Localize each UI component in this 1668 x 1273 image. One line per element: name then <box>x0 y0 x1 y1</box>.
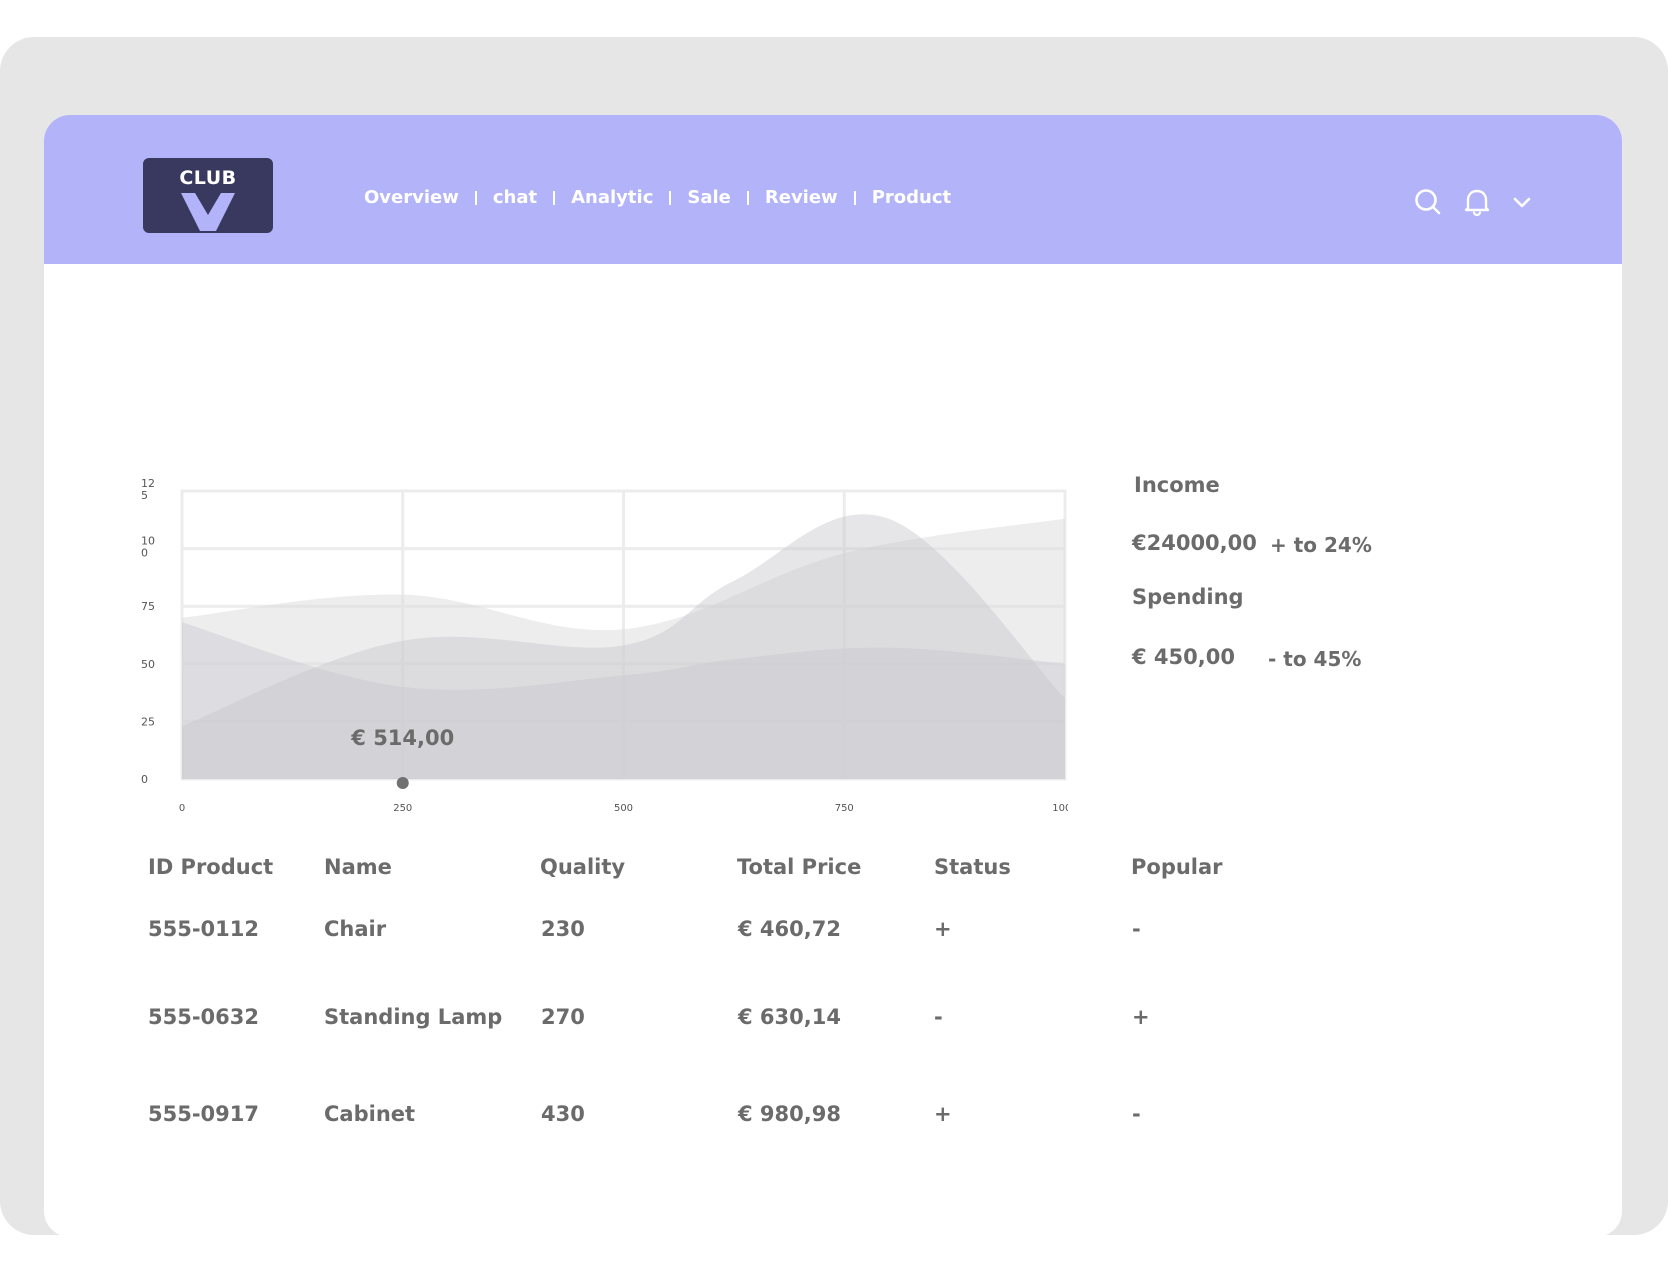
app-screen: CLUB Overview chat Analytic Sale Review … <box>44 115 1622 1237</box>
nav-analytic[interactable]: Analytic <box>571 187 653 208</box>
chart-y-tick-label-line: 50 <box>141 658 155 671</box>
spending-label: Spending <box>1132 585 1244 609</box>
bell-icon[interactable] <box>1464 188 1490 216</box>
chart-y-tick-label-line: 0 <box>141 773 148 786</box>
cell-quality: 430 <box>541 1102 585 1126</box>
nav-sale[interactable]: Sale <box>687 187 731 208</box>
cell-status: - <box>934 1005 943 1029</box>
income-change: + to 24% <box>1270 533 1372 557</box>
chart-x-tick-label: 0 <box>179 803 185 814</box>
chart-y-tick-label-line: 25 <box>141 715 155 728</box>
income-value: €24000,00 <box>1132 531 1257 555</box>
chart-annotation-label: € 514,00 <box>350 726 454 750</box>
cell-name: Chair <box>324 917 387 941</box>
header-quality: Quality <box>540 855 626 879</box>
nav-separator <box>853 190 856 205</box>
nav-overview[interactable]: Overview <box>364 187 459 208</box>
chart-y-tick-label: 0 <box>141 773 148 786</box>
cell-name: Cabinet <box>324 1102 416 1126</box>
nav-separator <box>669 190 672 205</box>
header-total-price: Total Price <box>737 855 862 879</box>
cell-status: + <box>934 1102 952 1126</box>
header-name: Name <box>324 855 392 879</box>
table-row[interactable]: 555-0917 Cabinet 430 € 980,98 + - <box>148 1102 1348 1142</box>
chevron-down-icon[interactable] <box>1512 195 1532 209</box>
chart-y-tick-label-line: 75 <box>141 600 155 613</box>
cell-id: 555-0112 <box>148 917 259 941</box>
analytics-chart: 025507510012502505007501000 € 514,00 <box>88 405 1078 825</box>
spending-value: € 450,00 <box>1132 645 1235 669</box>
chart-annotation-marker <box>396 777 409 789</box>
nav-review[interactable]: Review <box>765 187 838 208</box>
header-id-product: ID Product <box>148 855 274 879</box>
cell-name: Standing Lamp <box>324 1005 503 1029</box>
chart-x-tick-label: 250 <box>393 803 412 814</box>
main-nav: Overview chat Analytic Sale Review Produ… <box>364 187 951 208</box>
top-navigation-bar: CLUB Overview chat Analytic Sale Review … <box>44 115 1622 264</box>
cell-popular: + <box>1132 1005 1150 1029</box>
cell-total-price: € 460,72 <box>738 917 841 941</box>
logo-text: CLUB <box>179 167 237 189</box>
cell-quality: 270 <box>541 1005 585 1029</box>
nav-separator <box>474 190 477 205</box>
device-frame: CLUB Overview chat Analytic Sale Review … <box>0 37 1668 1237</box>
header-actions <box>1414 188 1532 216</box>
income-label: Income <box>1134 473 1220 497</box>
header-popular: Popular <box>1131 855 1223 879</box>
header-status: Status <box>934 855 1011 879</box>
chart-x-tick-label: 750 <box>835 803 854 814</box>
nav-product[interactable]: Product <box>872 187 951 208</box>
search-icon[interactable] <box>1414 188 1442 216</box>
cell-id: 555-0917 <box>148 1102 259 1126</box>
chart-x-tick-label: 1000 <box>1052 803 1068 814</box>
chart-y-tick-label-line: 0 <box>141 547 148 560</box>
nav-separator <box>553 190 556 205</box>
chart-y-tick-label: 75 <box>141 600 155 613</box>
nav-separator <box>746 190 749 205</box>
cell-total-price: € 980,98 <box>738 1102 841 1126</box>
nav-chat[interactable]: chat <box>493 187 537 208</box>
table-row[interactable]: 555-0112 Chair 230 € 460,72 + - <box>148 917 1348 957</box>
club-x-logo[interactable]: CLUB <box>143 158 273 233</box>
chart-y-tick-label: 25 <box>141 715 155 728</box>
cell-popular: - <box>1132 917 1141 941</box>
table-row[interactable]: 555-0632 Standing Lamp 270 € 630,14 - + <box>148 1005 1348 1045</box>
cell-quality: 230 <box>541 917 585 941</box>
cell-popular: - <box>1132 1102 1141 1126</box>
chart-x-tick-label: 500 <box>614 803 633 814</box>
logo-x-mark <box>181 193 235 231</box>
chart-y-tick-label: 12 5 <box>141 477 155 502</box>
chart-y-tick-label: 50 <box>141 658 155 671</box>
cell-total-price: € 630,14 <box>738 1005 841 1029</box>
spending-change: - to 45% <box>1268 647 1362 671</box>
cell-status: + <box>934 917 952 941</box>
chart-y-tick-label: 10 0 <box>141 535 155 560</box>
chart-y-tick-label-line: 5 <box>141 489 148 502</box>
cell-id: 555-0632 <box>148 1005 259 1029</box>
area-chart-svg: 025507510012502505007501000 € 514,00 <box>141 477 1078 814</box>
